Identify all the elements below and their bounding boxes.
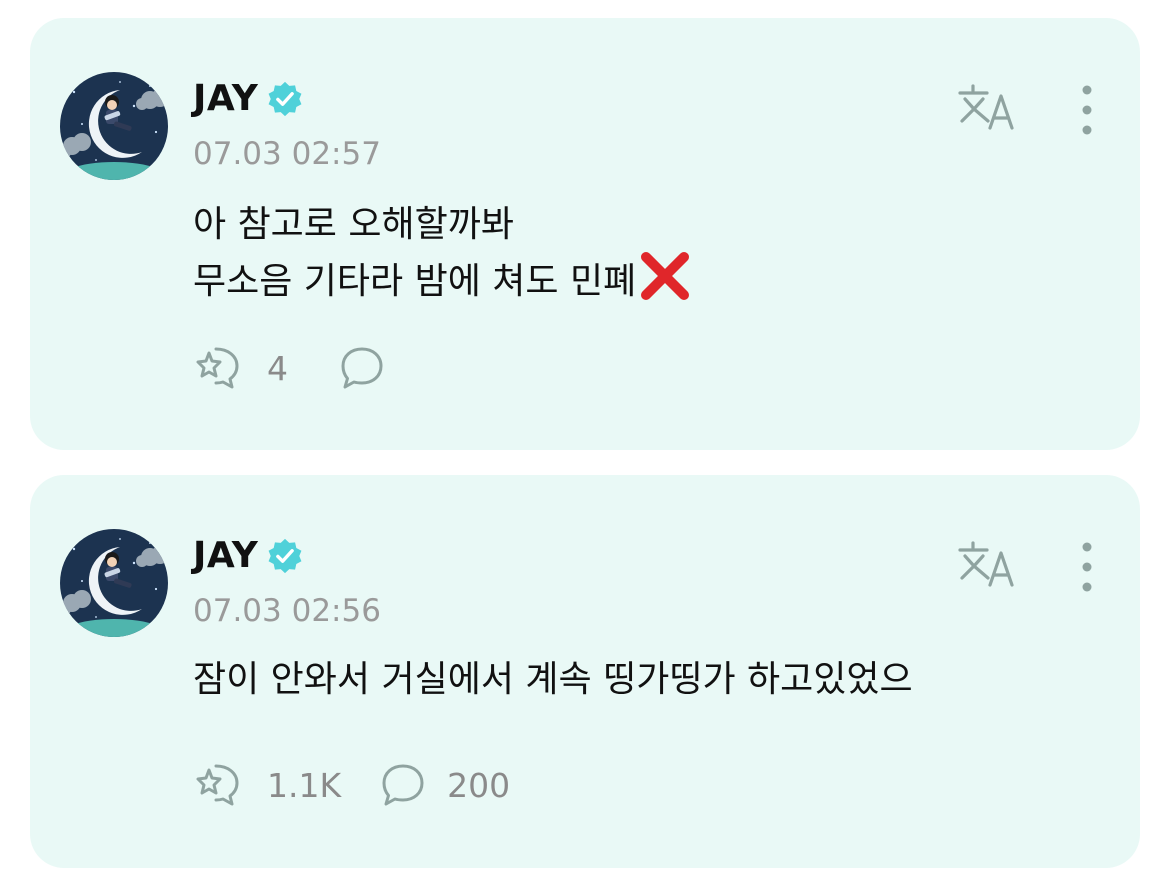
verified-badge-icon: [266, 537, 304, 575]
author-name[interactable]: JAY: [193, 535, 258, 576]
post-timestamp: 07.03 02:56: [193, 593, 381, 629]
cross-mark-icon: [641, 252, 690, 300]
translate-icon: [956, 539, 1016, 591]
comment-button[interactable]: 200: [379, 761, 510, 809]
more-options-button[interactable]: [1072, 539, 1102, 595]
verified-badge-icon: [266, 80, 304, 118]
author-name[interactable]: JAY: [193, 78, 258, 119]
bubble-star-icon: [193, 344, 247, 392]
avatar[interactable]: [60, 529, 168, 637]
avatar[interactable]: [60, 72, 168, 180]
comment-bubble-icon: [338, 344, 386, 392]
post-text: 무소음 기타라 밤에 쳐도 민폐: [193, 261, 637, 302]
more-vertical-icon: [1072, 82, 1102, 138]
translate-button[interactable]: [956, 539, 1016, 591]
author-row: JAY: [193, 78, 304, 119]
post-body: 아 참고로 오해할까봐 무소음 기타라 밤에 쳐도 민폐: [193, 198, 692, 308]
like-button[interactable]: 1.1K: [193, 761, 341, 809]
like-count: 1.1K: [267, 765, 342, 805]
post-card[interactable]: JAY 07.03 02:56 잠이 안와서 거실에서 계속 띵가띵가 하고있었…: [30, 475, 1140, 868]
post-text-line: 잠이 안와서 거실에서 계속 띵가띵가 하고있었으: [193, 659, 913, 700]
post-text-line: 아 참고로 오해할까봐: [193, 204, 514, 245]
post-timestamp: 07.03 02:57: [193, 136, 381, 172]
post-text-line: 무소음 기타라 밤에 쳐도 민폐: [193, 251, 692, 308]
post-actions: 4: [193, 344, 386, 392]
bubble-star-icon: [193, 761, 247, 809]
post-card[interactable]: JAY 07.03 02:57 아 참고로 오해할까봐 무소음 기타라 밤에 쳐…: [30, 18, 1140, 450]
like-count: 4: [267, 348, 288, 388]
comment-bubble-icon: [379, 761, 427, 809]
comment-button[interactable]: [338, 344, 386, 392]
like-button[interactable]: 4: [193, 344, 288, 392]
author-row: JAY: [193, 535, 304, 576]
post-body: 잠이 안와서 거실에서 계속 띵가띵가 하고있었으: [193, 653, 913, 706]
comment-count: 200: [447, 765, 511, 805]
more-vertical-icon: [1072, 539, 1102, 595]
translate-icon: [956, 82, 1016, 134]
more-options-button[interactable]: [1072, 82, 1102, 138]
translate-button[interactable]: [956, 82, 1016, 134]
post-actions: 1.1K 200: [193, 761, 510, 809]
